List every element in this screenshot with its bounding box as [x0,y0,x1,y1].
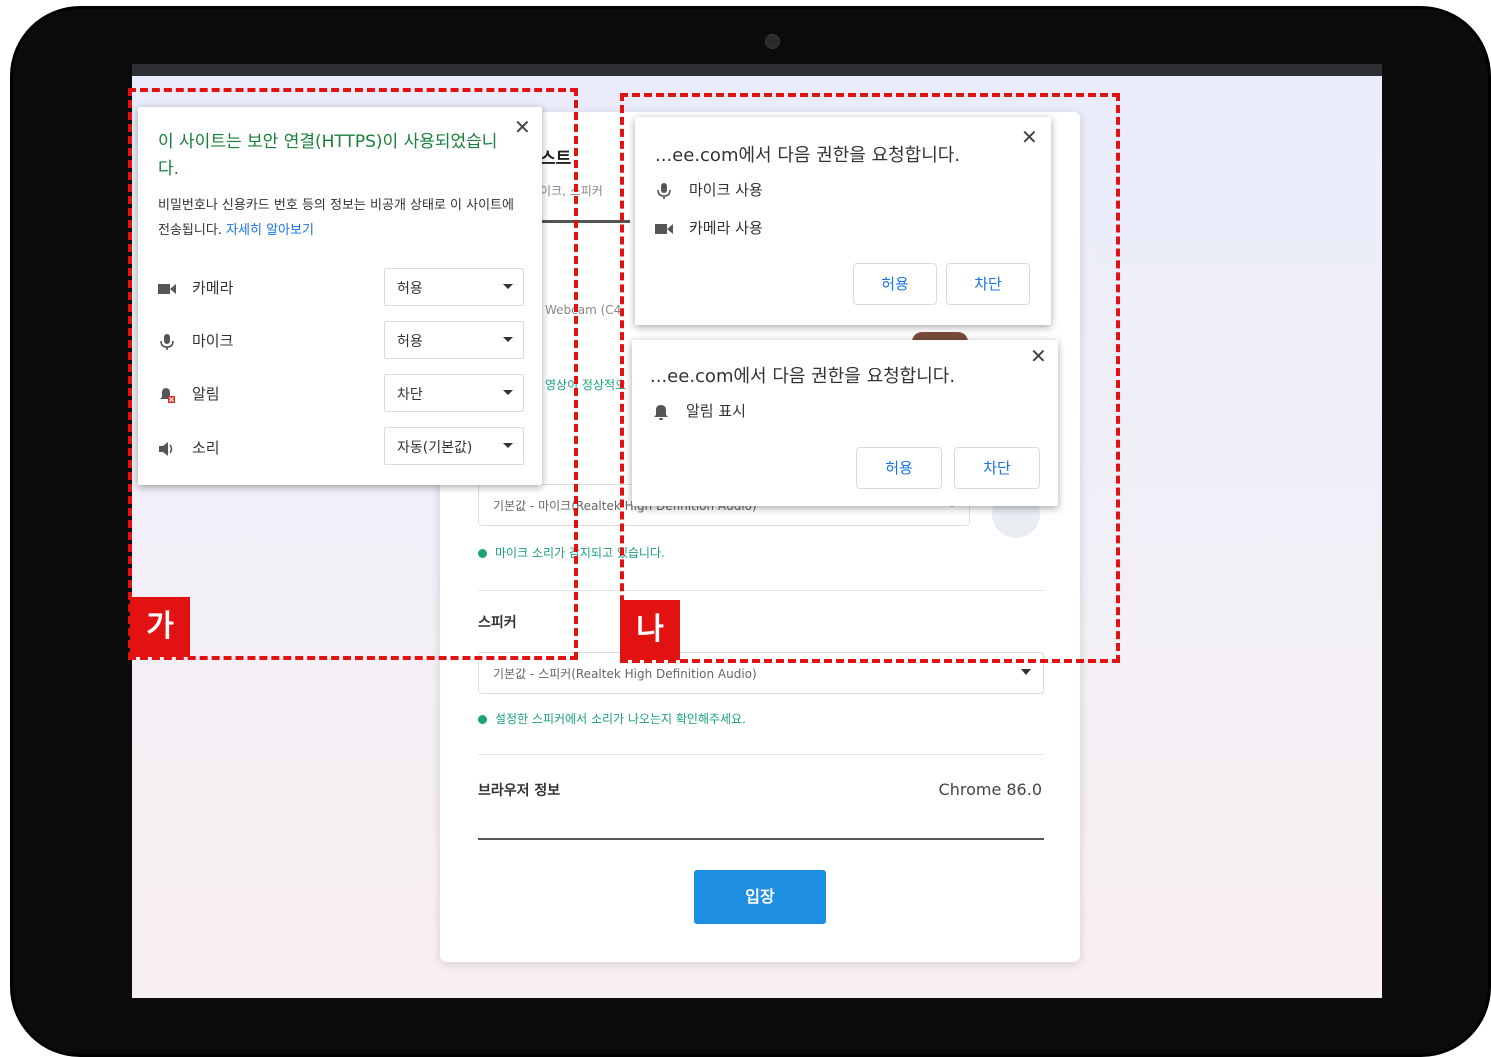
speaker-status-line: 설정한 스피커에서 소리가 나오는지 확인해주세요. [478,710,746,727]
annotation-box-ga [128,88,578,660]
annotation-tag-ga: 가 [130,597,190,657]
browser-info-label: 브라우저 정보 [478,783,561,799]
divider [478,754,1044,755]
divider [478,838,1044,840]
status-dot [478,715,487,724]
enter-button[interactable]: 입장 [694,870,826,924]
browser-top-bar [132,64,1382,76]
annotation-tag-na: 나 [620,600,680,660]
speaker-select-value: 기본값 - 스피커(Realtek High Definition Audio) [493,667,757,681]
speaker-status-text: 설정한 스피커에서 소리가 나오는지 확인해주세요. [495,712,746,726]
front-camera [765,34,780,49]
chevron-down-icon [1021,669,1031,675]
annotation-box-na [620,93,1120,663]
browser-info-value: Chrome 86.0 [938,780,1042,799]
